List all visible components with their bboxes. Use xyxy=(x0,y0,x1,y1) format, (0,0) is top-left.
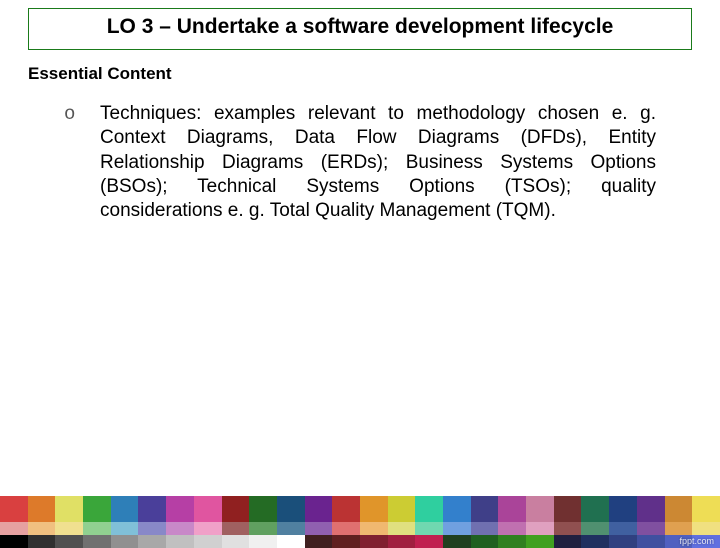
color-swatch xyxy=(305,535,333,548)
color-swatch xyxy=(138,522,166,535)
color-swatch xyxy=(443,522,471,535)
color-swatch xyxy=(111,535,139,548)
color-swatch xyxy=(138,496,166,522)
color-swatch xyxy=(498,522,526,535)
color-swatch xyxy=(249,535,277,548)
color-swatch xyxy=(194,496,222,522)
color-swatch xyxy=(443,496,471,522)
color-swatch xyxy=(305,496,333,522)
color-swatch xyxy=(222,535,250,548)
color-swatch xyxy=(166,535,194,548)
watermark: fppt.com xyxy=(679,536,714,546)
color-swatch xyxy=(360,522,388,535)
color-swatch xyxy=(277,535,305,548)
content-area: o Techniques: examples relevant to metho… xyxy=(64,102,656,224)
color-swatch xyxy=(138,535,166,548)
color-swatch xyxy=(166,522,194,535)
footer-color-strip xyxy=(0,496,720,548)
bullet-item: o Techniques: examples relevant to metho… xyxy=(64,102,656,224)
color-swatch xyxy=(581,535,609,548)
color-swatch xyxy=(277,522,305,535)
color-swatch xyxy=(609,522,637,535)
color-swatch xyxy=(554,522,582,535)
color-swatch xyxy=(526,496,554,522)
subheading: Essential Content xyxy=(28,64,720,84)
color-swatch xyxy=(111,522,139,535)
bullet-text: Techniques: examples relevant to methodo… xyxy=(100,103,656,221)
color-swatch xyxy=(360,535,388,548)
color-swatch xyxy=(498,496,526,522)
color-swatch xyxy=(609,535,637,548)
color-swatch xyxy=(0,496,28,522)
color-swatch xyxy=(415,522,443,535)
color-swatch xyxy=(526,535,554,548)
page-title: LO 3 – Undertake a software development … xyxy=(47,15,673,39)
footer-row-small-2 xyxy=(0,535,720,548)
color-swatch xyxy=(526,522,554,535)
footer-row-small-1 xyxy=(0,522,720,535)
color-swatch xyxy=(0,522,28,535)
color-swatch xyxy=(249,496,277,522)
color-swatch xyxy=(665,496,693,522)
color-swatch xyxy=(28,496,56,522)
color-swatch xyxy=(554,535,582,548)
color-swatch xyxy=(83,535,111,548)
color-swatch xyxy=(332,535,360,548)
title-box: LO 3 – Undertake a software development … xyxy=(28,8,692,50)
color-swatch xyxy=(388,535,416,548)
color-swatch xyxy=(692,522,720,535)
color-swatch xyxy=(55,522,83,535)
color-swatch xyxy=(55,496,83,522)
color-swatch xyxy=(471,535,499,548)
color-swatch xyxy=(581,522,609,535)
color-swatch xyxy=(305,522,333,535)
color-swatch xyxy=(166,496,194,522)
color-swatch xyxy=(222,496,250,522)
color-swatch xyxy=(249,522,277,535)
color-swatch xyxy=(360,496,388,522)
color-swatch xyxy=(0,535,28,548)
color-swatch xyxy=(277,496,305,522)
color-swatch xyxy=(28,522,56,535)
color-swatch xyxy=(637,535,665,548)
color-swatch xyxy=(28,535,56,548)
color-swatch xyxy=(388,522,416,535)
color-swatch xyxy=(111,496,139,522)
color-swatch xyxy=(222,522,250,535)
color-swatch xyxy=(388,496,416,522)
color-swatch xyxy=(581,496,609,522)
color-swatch xyxy=(498,535,526,548)
color-swatch xyxy=(471,496,499,522)
color-swatch xyxy=(83,522,111,535)
color-swatch xyxy=(471,522,499,535)
color-swatch xyxy=(83,496,111,522)
color-swatch xyxy=(55,535,83,548)
color-swatch xyxy=(637,496,665,522)
color-swatch xyxy=(692,496,720,522)
color-swatch xyxy=(415,496,443,522)
color-swatch xyxy=(332,522,360,535)
color-swatch xyxy=(665,522,693,535)
color-swatch xyxy=(637,522,665,535)
bullet-marker-icon: o xyxy=(64,102,75,126)
color-swatch xyxy=(332,496,360,522)
color-swatch xyxy=(415,535,443,548)
color-swatch xyxy=(554,496,582,522)
color-swatch xyxy=(194,522,222,535)
color-swatch xyxy=(443,535,471,548)
color-swatch xyxy=(194,535,222,548)
footer-row-big xyxy=(0,496,720,522)
color-swatch xyxy=(609,496,637,522)
